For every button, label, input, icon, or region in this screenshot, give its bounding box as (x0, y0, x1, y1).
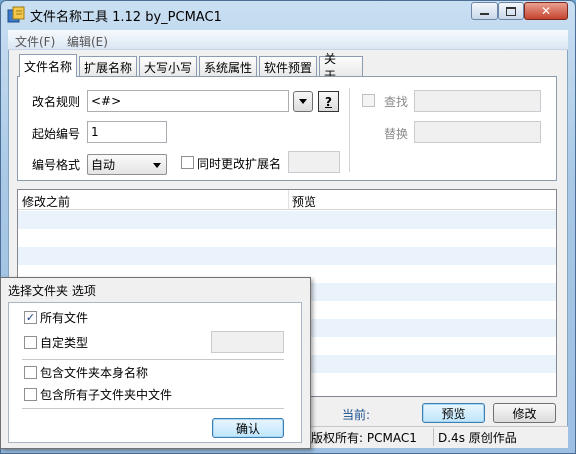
include-folder-name-checkbox[interactable] (24, 366, 37, 379)
confirm-button[interactable]: 确认 (212, 418, 284, 438)
number-format-select[interactable]: 自动 (87, 154, 167, 175)
tab-case[interactable]: 大写小写 (139, 56, 197, 77)
number-format-label: 编号格式 (32, 158, 81, 172)
help-button[interactable]: ? (318, 91, 339, 112)
tab-attributes[interactable]: 系统属性 (199, 56, 257, 77)
all-files-checkbox[interactable]: ✓ (24, 311, 37, 324)
replace-label: 替换 (384, 127, 409, 141)
help-label: ? (325, 94, 332, 109)
custom-type-label: 自定类型 (40, 336, 89, 350)
include-subfolder-files-checkbox[interactable] (24, 388, 37, 401)
start-number-input[interactable]: 1 (87, 121, 167, 143)
popup-separator (22, 359, 284, 360)
close-icon: ✕ (540, 4, 552, 18)
triangle-down-icon (153, 163, 161, 168)
status-copyright: 版权所有: PCMAC1 (306, 428, 432, 446)
popup-title: 选择文件夹 选项 (8, 284, 96, 298)
window-title: 文件名称工具 1.12 by_PCMAC1 (30, 10, 222, 25)
custom-type-input[interactable] (211, 331, 284, 353)
change-ext-label: 同时更改扩展名 (197, 157, 282, 171)
minimize-icon (480, 13, 489, 15)
app-icon (7, 6, 25, 24)
column-separator[interactable] (288, 190, 289, 210)
list-row (18, 247, 556, 265)
tab-about[interactable]: 关于... (319, 52, 363, 83)
start-number-label: 起始编号 (32, 127, 81, 141)
triangle-down-icon (299, 99, 307, 104)
include-folder-name-label: 包含文件夹本身名称 (40, 366, 149, 380)
divider (349, 88, 350, 172)
menu-file[interactable]: 文件(F) (15, 33, 55, 50)
custom-type-checkbox[interactable] (24, 336, 37, 349)
tab-extension[interactable]: 扩展名称 (79, 56, 137, 77)
include-subfolder-files-label: 包含所有子文件夹中文件 (40, 388, 173, 402)
column-preview[interactable]: 预览 (292, 193, 316, 210)
list-row (18, 211, 556, 229)
minimize-button[interactable] (471, 2, 498, 20)
change-ext-input[interactable] (288, 151, 340, 173)
rename-rule-label: 改名规则 (32, 95, 81, 109)
find-label: 查找 (384, 95, 409, 109)
number-format-value: 自动 (91, 158, 116, 172)
find-input[interactable] (414, 90, 541, 112)
maximize-icon (506, 6, 516, 16)
checkmark-icon: ✓ (25, 311, 36, 324)
find-checkbox[interactable] (362, 94, 375, 107)
all-files-label: 所有文件 (40, 311, 89, 325)
column-before[interactable]: 修改之前 (22, 193, 70, 210)
maximize-button[interactable] (498, 2, 524, 20)
menu-edit[interactable]: 编辑(E) (67, 33, 108, 50)
list-header (18, 190, 556, 210)
status-author: D.4s 原创作品 (433, 428, 567, 446)
modify-button[interactable]: 修改 (493, 403, 556, 423)
rename-rule-input[interactable]: <#> (87, 90, 289, 112)
preview-button[interactable]: 预览 (422, 403, 485, 423)
replace-input[interactable] (414, 121, 541, 143)
tab-presets[interactable]: 软件预置 (259, 56, 317, 77)
close-button[interactable]: ✕ (524, 2, 568, 20)
tab-filename[interactable]: 文件名称 (19, 54, 77, 77)
popup-separator (22, 408, 284, 409)
rename-rule-dropdown-button[interactable] (293, 91, 313, 112)
current-label: 当前: (342, 408, 371, 422)
change-ext-checkbox[interactable] (181, 156, 194, 169)
